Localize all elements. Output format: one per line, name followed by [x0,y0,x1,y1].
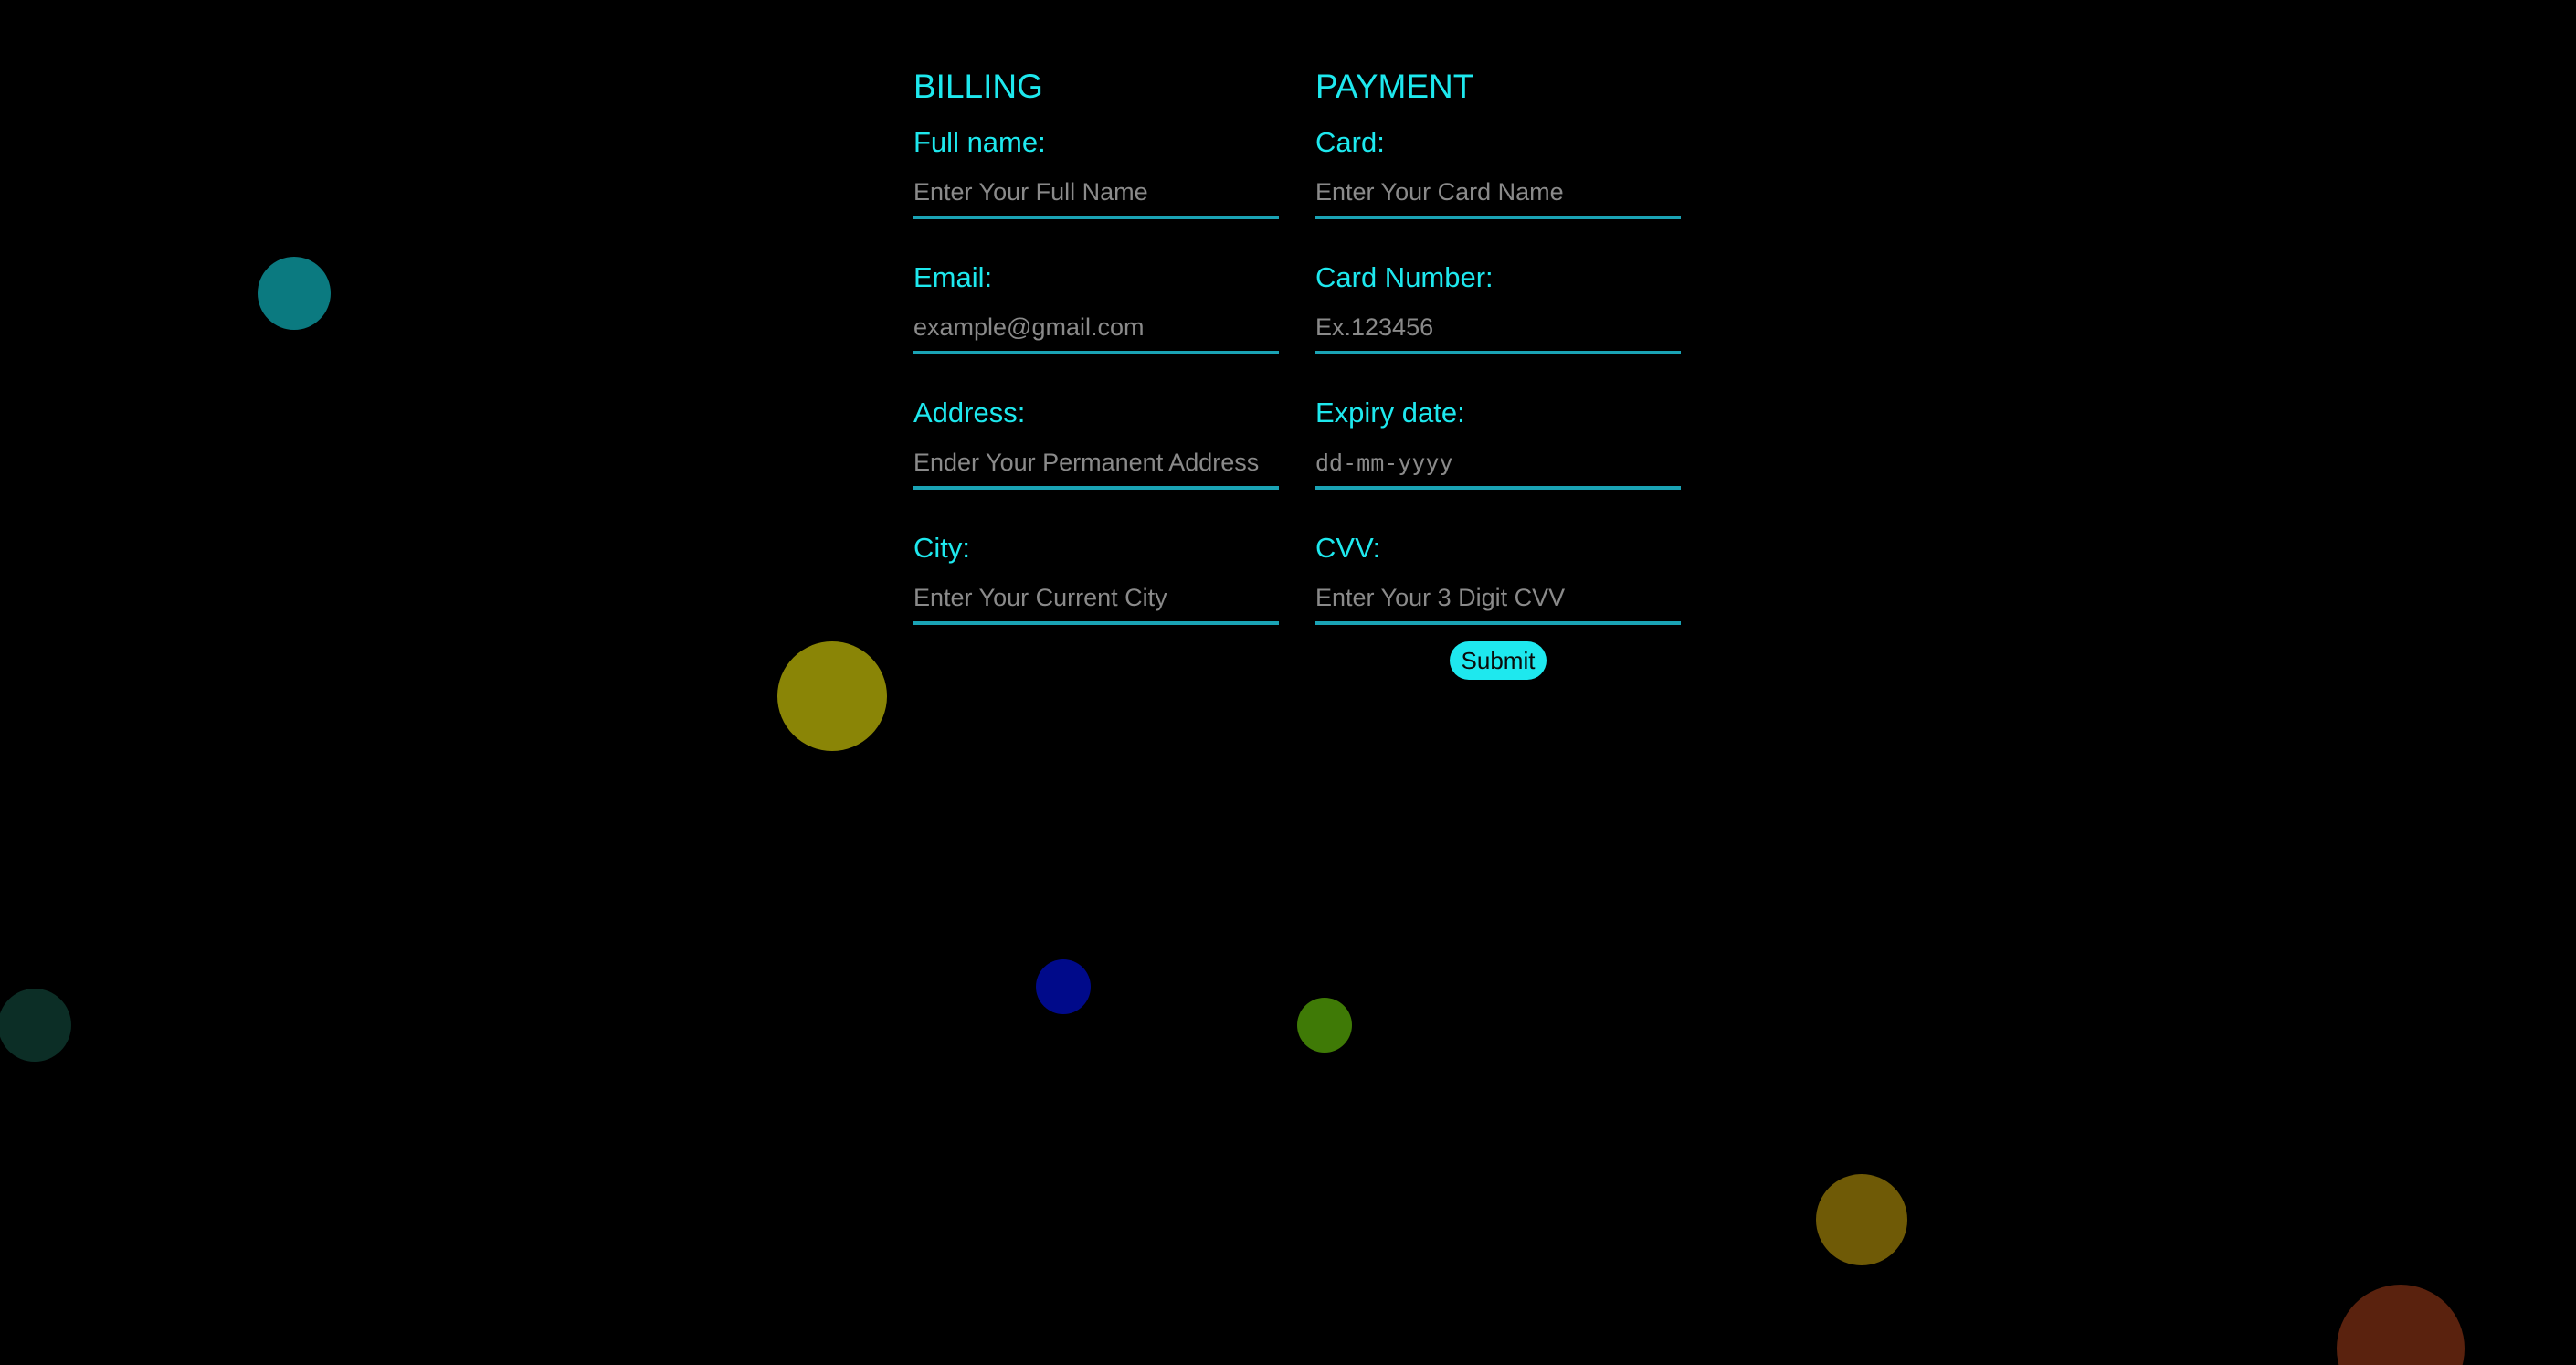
page-background: BILLING Full name: Email: Address: City:… [0,0,2576,1365]
expiry-date-label: Expiry date: [1315,397,1465,429]
decorative-bubble [0,989,71,1062]
full-name-input[interactable] [913,161,1279,219]
address-input[interactable] [913,431,1279,490]
decorative-bubble [1297,998,1352,1053]
city-label: City: [913,532,970,564]
decorative-bubble [1816,1174,1907,1265]
address-label: Address: [913,397,1026,429]
full-name-label: Full name: [913,126,1046,158]
cvv-input[interactable] [1315,566,1681,625]
submit-container: Submit [1315,641,1681,680]
card-label: Card: [1315,126,1385,158]
decorative-bubble [1036,959,1091,1014]
payment-section: PAYMENT Card: Card Number: Expiry date: … [1315,58,1681,680]
expiry-date-input[interactable] [1315,431,1681,490]
email-input[interactable] [913,296,1279,354]
decorative-bubble [2337,1285,2465,1365]
billing-title: BILLING [913,68,1043,105]
card-number-label: Card Number: [1315,261,1494,293]
decorative-bubble [258,257,331,330]
submit-button[interactable]: Submit [1450,641,1547,680]
decorative-bubble [777,641,887,751]
billing-section: BILLING Full name: Email: Address: City: [913,58,1279,680]
payment-title: PAYMENT [1315,68,1474,105]
email-label: Email: [913,261,993,293]
card-number-input[interactable] [1315,296,1681,354]
card-name-input[interactable] [1315,161,1681,219]
cvv-label: CVV: [1315,532,1381,564]
city-input[interactable] [913,566,1279,625]
checkout-form: BILLING Full name: Email: Address: City:… [913,58,1681,680]
